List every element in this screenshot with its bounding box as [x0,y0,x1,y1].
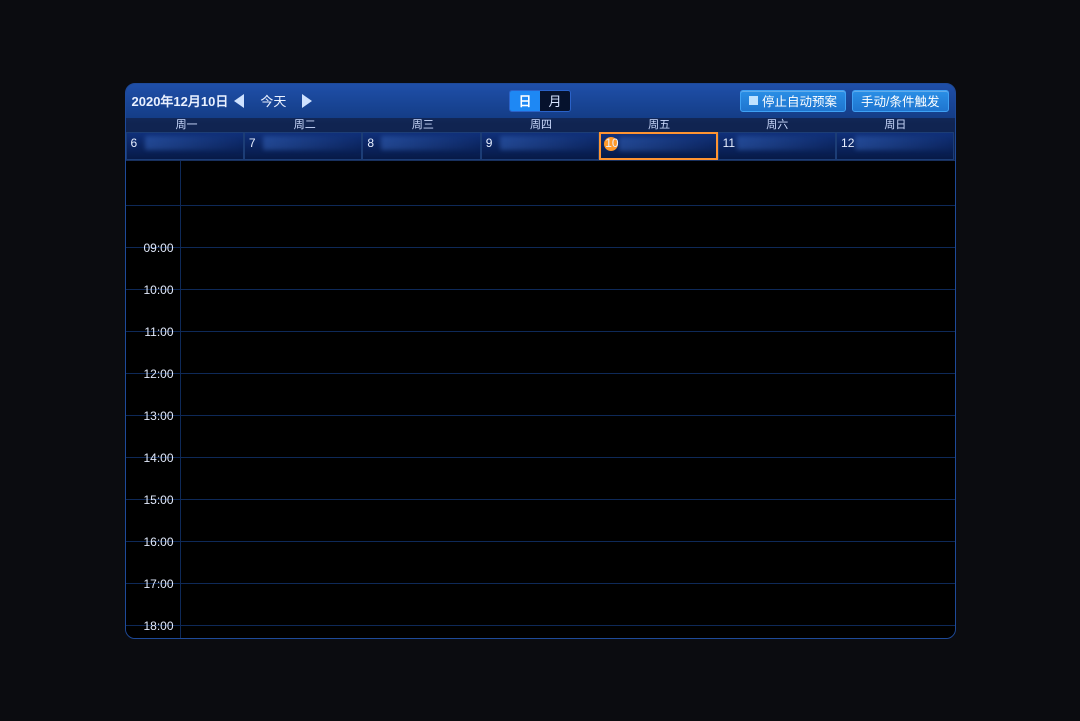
stop-auto-plan-label: 停止自动预案 [762,91,837,110]
day-cell[interactable]: 8 [362,132,480,160]
day-cell[interactable]: 12 [836,132,954,160]
hour-label: 13:00 [126,382,180,423]
hour-label: 10:00 [126,256,180,297]
hour-slot[interactable] [180,458,955,499]
day-event-preview [145,136,241,150]
current-date: 2020年12月10日 [132,91,229,110]
dow-label: 周六 [718,118,836,132]
next-button[interactable] [298,92,316,110]
view-toggle: 日 月 [509,90,571,112]
day-event-preview [619,137,713,151]
hour-slot[interactable] [180,374,955,415]
hour-slot[interactable] [180,248,955,289]
hour-row: 15:00 [126,458,955,500]
hour-row: 14:00 [126,416,955,458]
hour-slot[interactable] [180,206,955,247]
hour-row: 13:00 [126,374,955,416]
hour-row: 18:00 [126,584,955,626]
chevron-left-icon [234,94,244,108]
hour-row: 16:00 [126,500,955,542]
hour-row [126,161,955,206]
day-number: 12 [841,136,854,150]
hour-row: 09:00 [126,206,955,248]
view-day-button[interactable]: 日 [510,91,540,111]
hour-slot[interactable] [180,416,955,457]
hour-label: 16:00 [126,508,180,549]
dow-label: 周二 [246,118,364,132]
hour-row: 10:00 [126,248,955,290]
hour-label: 12:00 [126,340,180,381]
day-of-week-header: 周一周二周三周四周五周六周日 [126,118,955,132]
hour-label: 14:00 [126,424,180,465]
action-buttons: 停止自动预案 手动/条件触发 [740,90,949,112]
day-event-preview [381,136,477,150]
hour-slot[interactable] [180,500,955,541]
hour-label: 18:00 [126,592,180,633]
scheduler-panel: 2020年12月10日 今天 日 月 停止自动预案 手动/条件触发 周一周二周三… [125,83,956,639]
hour-slot[interactable] [180,584,955,625]
day-number: 9 [486,136,493,150]
day-event-preview [855,136,951,150]
dow-label: 周日 [836,118,954,132]
prev-button[interactable] [230,92,248,110]
hour-slot[interactable] [180,290,955,331]
date-header-row: 6 7 8 9 10 11 12 [126,132,955,160]
day-number: 8 [367,136,374,150]
day-number: 7 [249,136,256,150]
hour-label: 15:00 [126,466,180,507]
dow-label: 周一 [128,118,246,132]
hour-slot[interactable] [180,542,955,583]
hour-label: 17:00 [126,550,180,591]
today-button[interactable]: 今天 [254,91,292,111]
hour-row: 12:00 [126,332,955,374]
hour-row: 19:00 [126,626,955,638]
top-bar: 2020年12月10日 今天 日 月 停止自动预案 手动/条件触发 [126,84,955,118]
stop-icon [749,96,758,105]
hour-label: 09:00 [126,214,180,255]
day-cell[interactable]: 6 [126,132,244,160]
day-number: 6 [131,136,138,150]
hour-slot[interactable] [180,626,955,638]
day-number: 10 [605,136,618,150]
hour-slot[interactable] [180,161,955,205]
day-cell[interactable]: 11 [718,132,836,160]
manual-trigger-button[interactable]: 手动/条件触发 [852,90,948,112]
dow-label: 周五 [600,118,718,132]
hour-row: 11:00 [126,290,955,332]
stop-auto-plan-button[interactable]: 停止自动预案 [740,90,846,112]
day-cell[interactable]: 9 [481,132,599,160]
day-number: 11 [723,136,735,150]
hour-slot[interactable] [180,332,955,373]
day-cell[interactable]: 7 [244,132,362,160]
day-event-preview [500,136,596,150]
manual-trigger-label: 手动/条件触发 [861,91,939,110]
day-event-preview [263,136,359,150]
hour-label: 19:00 [126,634,180,638]
dow-label: 周四 [482,118,600,132]
day-event-preview [737,136,833,150]
chevron-right-icon [302,94,312,108]
day-cell[interactable]: 10 [599,132,717,160]
view-month-button[interactable]: 月 [540,91,570,111]
hour-label: 11:00 [126,298,180,339]
dow-label: 周三 [364,118,482,132]
hour-row: 17:00 [126,542,955,584]
time-grid[interactable]: 09:0010:0011:0012:0013:0014:0015:0016:00… [126,160,955,638]
